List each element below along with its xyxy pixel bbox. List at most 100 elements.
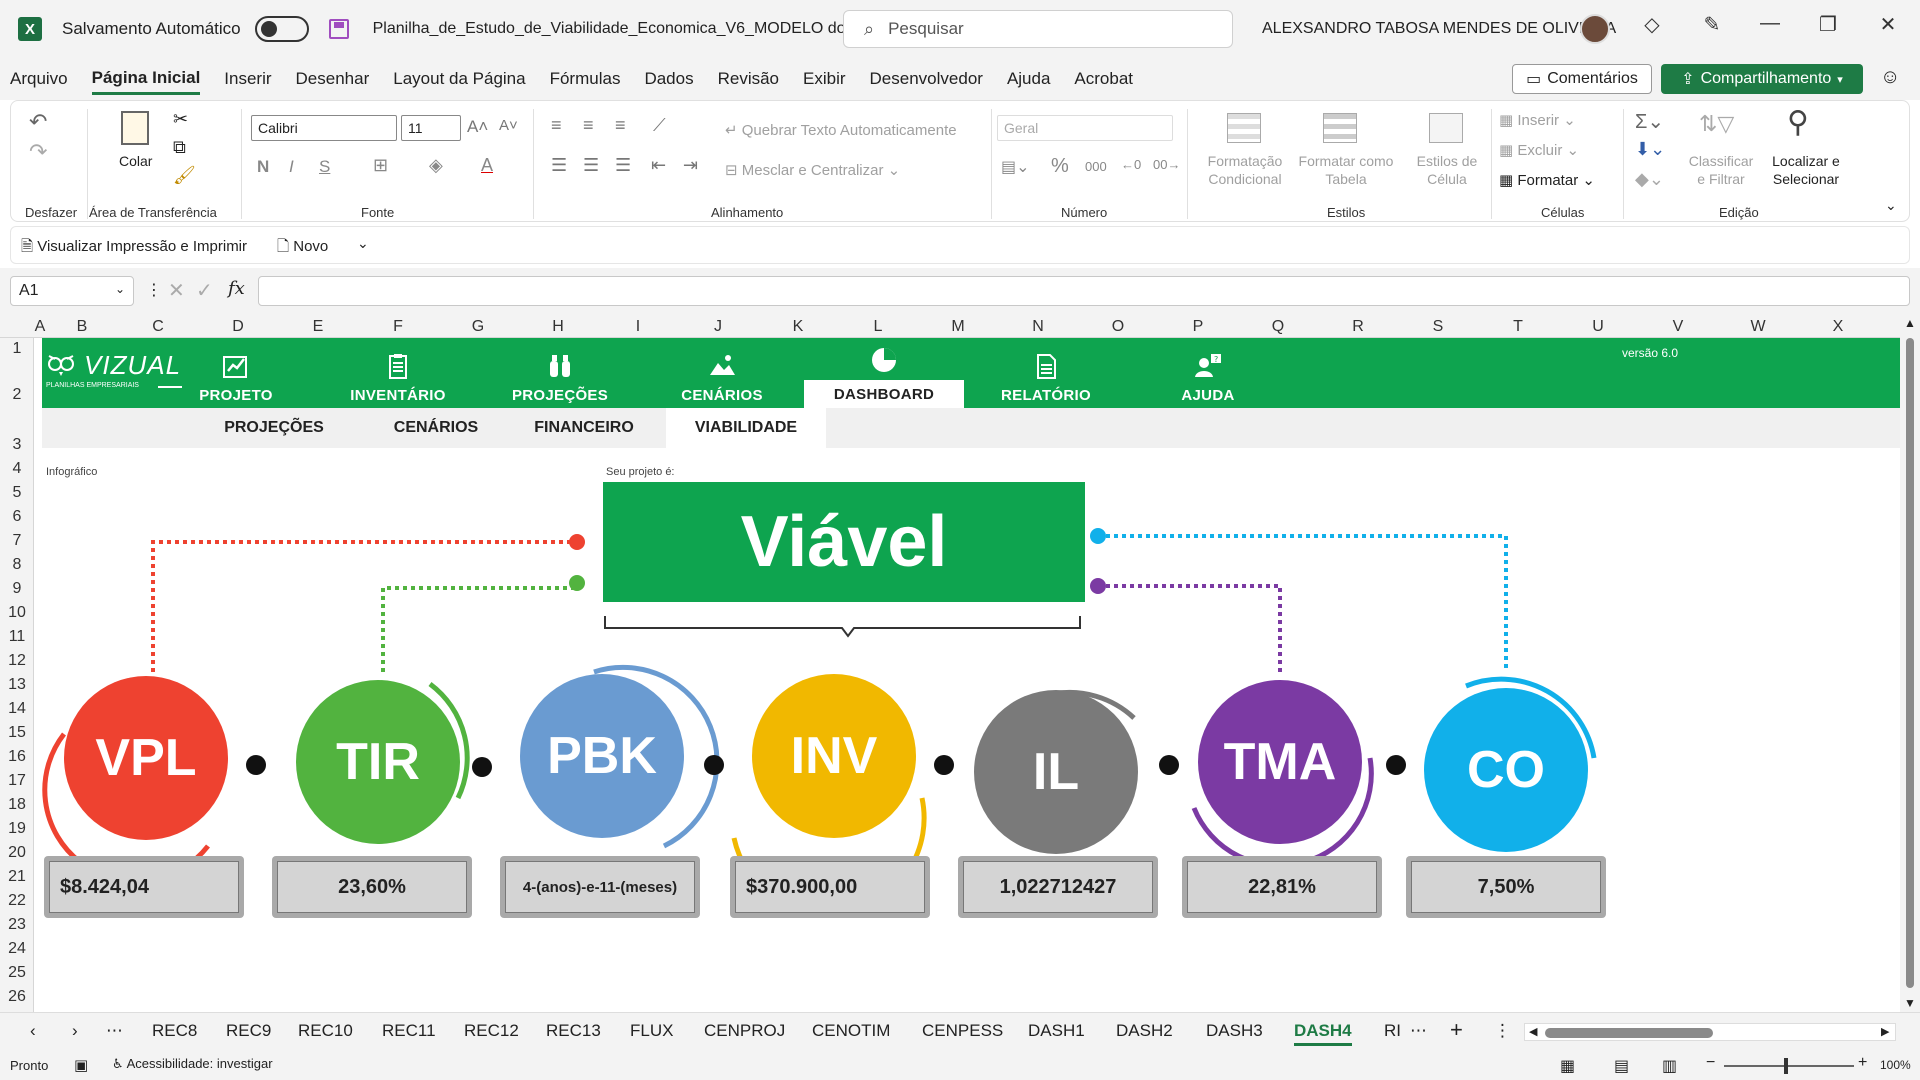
redo-icon[interactable]: ↷	[29, 139, 47, 165]
premium-diamond-icon[interactable]: ◇	[1632, 12, 1672, 37]
zoom-level[interactable]: 100%	[1880, 1058, 1911, 1072]
search-input[interactable]: ⌕ Pesquisar	[843, 10, 1233, 48]
close-icon[interactable]: ✕	[1868, 12, 1908, 37]
sheet-tab[interactable]: FLUX	[630, 1021, 673, 1041]
format-table-label[interactable]: Formatar como	[1297, 153, 1395, 169]
scroll-thumb[interactable]	[1545, 1028, 1713, 1038]
delete-cells-button[interactable]: ▦ Excluir ⌄	[1499, 141, 1579, 159]
column-header[interactable]: V	[1638, 318, 1718, 336]
row-header[interactable]: 22	[0, 892, 34, 910]
column-header[interactable]: Q	[1238, 318, 1318, 336]
align-center-icon[interactable]: ☰	[583, 155, 599, 176]
sheet-tab[interactable]: DASH1	[1028, 1021, 1085, 1041]
column-header[interactable]: S	[1398, 318, 1478, 336]
row-header[interactable]: 16	[0, 748, 34, 766]
shrink-font-icon[interactable]: A˅	[499, 117, 518, 134]
sort-filter-icon[interactable]: ⇅▽	[1699, 111, 1734, 137]
orientation-icon[interactable]: ⟋	[653, 115, 666, 136]
insert-cells-button[interactable]: ▦ Inserir ⌄	[1499, 111, 1576, 129]
wrap-text-button[interactable]: ↵ Quebrar Texto Automaticamente	[725, 121, 957, 139]
row-header[interactable]: 5	[0, 484, 34, 502]
column-header[interactable]: C	[118, 318, 198, 336]
tab-inserir[interactable]: Inserir	[224, 65, 271, 93]
decrease-decimal-icon[interactable]: 00→	[1153, 157, 1180, 172]
row-header[interactable]: 9	[0, 580, 34, 598]
format-cells-button[interactable]: ▦ Formatar ⌄	[1499, 171, 1595, 189]
row-header[interactable]: 11	[0, 628, 34, 646]
percent-icon[interactable]: %	[1051, 155, 1069, 178]
underline-icon[interactable]: S	[319, 157, 330, 177]
accessibility-status[interactable]: ♿ Acessibilidade: investigar	[112, 1056, 273, 1072]
tab-ajuda[interactable]: Ajuda	[1007, 65, 1050, 93]
zoom-in-icon[interactable]: +	[1858, 1054, 1867, 1072]
insert-function-icon[interactable]: fx	[228, 278, 245, 299]
name-box[interactable]: A1 ⌄	[10, 276, 134, 306]
copy-icon[interactable]: ⧉	[173, 137, 186, 158]
row-header[interactable]: 12	[0, 652, 34, 670]
borders-icon[interactable]: ⊞	[373, 155, 388, 176]
increase-indent-icon[interactable]: ⇥	[683, 155, 698, 176]
enter-icon[interactable]: ✓	[196, 278, 213, 303]
row-header[interactable]: 24	[0, 940, 34, 958]
sheet-tab[interactable]: REC11	[382, 1021, 436, 1041]
clear-icon[interactable]: ◆⌄	[1635, 169, 1664, 190]
print-preview-button[interactable]: 🗎 Visualizar Impressão e Imprimir	[21, 236, 247, 261]
sheet-tab[interactable]: REC12	[464, 1021, 519, 1041]
minimize-icon[interactable]: —	[1750, 12, 1790, 35]
column-header[interactable]: H	[518, 318, 598, 336]
user-name[interactable]: ALEXSANDRO TABOSA MENDES DE OLIVEIRA	[1262, 20, 1616, 38]
row-header[interactable]: 17	[0, 772, 34, 790]
find-select-icon[interactable]: ⚲	[1787, 105, 1809, 140]
fill-color-icon[interactable]: ◈	[429, 155, 443, 176]
more-tabs-icon[interactable]: ⋯	[106, 1021, 123, 1041]
format-painter-icon[interactable]: 🖌	[173, 165, 196, 186]
increase-decimal-icon[interactable]: ←0	[1121, 157, 1141, 172]
vertical-scrollbar[interactable]: ▲ ▼	[1900, 316, 1920, 1012]
sheet-tab[interactable]: CENPROJ	[704, 1021, 785, 1041]
comments-button[interactable]: ▭ Comentários	[1512, 64, 1652, 94]
column-header[interactable]: D	[198, 318, 278, 336]
decrease-indent-icon[interactable]: ⇤	[651, 155, 666, 176]
row-header[interactable]: 19	[0, 820, 34, 838]
feedback-icon[interactable]: ☺	[1880, 66, 1900, 89]
autosum-icon[interactable]: Σ⌄	[1635, 109, 1664, 134]
row-header[interactable]: 18	[0, 796, 34, 814]
tab-scroll-left-icon[interactable]: ‹	[30, 1021, 36, 1041]
sheet-tab-active[interactable]: DASH4	[1294, 1021, 1352, 1046]
column-header[interactable]: M	[918, 318, 998, 336]
new-button[interactable]: 🗋 Novo	[277, 236, 328, 261]
italic-icon[interactable]: I	[289, 157, 294, 177]
column-header[interactable]: W	[1718, 318, 1798, 336]
font-size-select[interactable]: 11	[401, 115, 461, 141]
column-header[interactable]: P	[1158, 318, 1238, 336]
grow-font-icon[interactable]: A˄	[467, 117, 488, 137]
find-select-label[interactable]: Localizar e	[1761, 153, 1851, 169]
customize-qat-icon[interactable]: ⌄	[357, 235, 369, 252]
autosave-toggle[interactable]	[254, 16, 309, 42]
undo-icon[interactable]: ↶	[29, 109, 47, 135]
row-header[interactable]: 7	[0, 532, 34, 550]
horizontal-scrollbar[interactable]: ◀ ▶	[1524, 1023, 1896, 1041]
row-header[interactable]: 23	[0, 916, 34, 934]
tab-revisao[interactable]: Revisão	[718, 65, 779, 93]
format-as-table-icon[interactable]	[1323, 113, 1357, 143]
row-header[interactable]: 14	[0, 700, 34, 718]
format-table-label-2[interactable]: Tabela	[1297, 171, 1395, 187]
find-select-label-2[interactable]: Selecionar	[1761, 171, 1851, 187]
paste-label[interactable]: Colar	[119, 153, 152, 169]
row-header[interactable]: 20	[0, 844, 34, 862]
macro-record-icon[interactable]: ▣	[74, 1056, 88, 1074]
column-header[interactable]: I	[598, 318, 678, 336]
align-middle-icon[interactable]: ≡	[583, 115, 594, 136]
sheet-tab[interactable]: REC13	[546, 1021, 601, 1041]
fill-icon[interactable]: ⬇⌄	[1635, 139, 1665, 160]
conditional-format-icon[interactable]	[1227, 113, 1261, 143]
row-header[interactable]: 21	[0, 868, 34, 886]
row-header[interactable]: 15	[0, 724, 34, 742]
formula-input[interactable]	[258, 276, 1910, 306]
align-top-icon[interactable]: ≡	[551, 115, 562, 136]
align-left-icon[interactable]: ☰	[551, 155, 567, 176]
column-header[interactable]: G	[438, 318, 518, 336]
options-icon[interactable]: ⋮	[1494, 1021, 1511, 1041]
row-header[interactable]: 6	[0, 508, 34, 526]
